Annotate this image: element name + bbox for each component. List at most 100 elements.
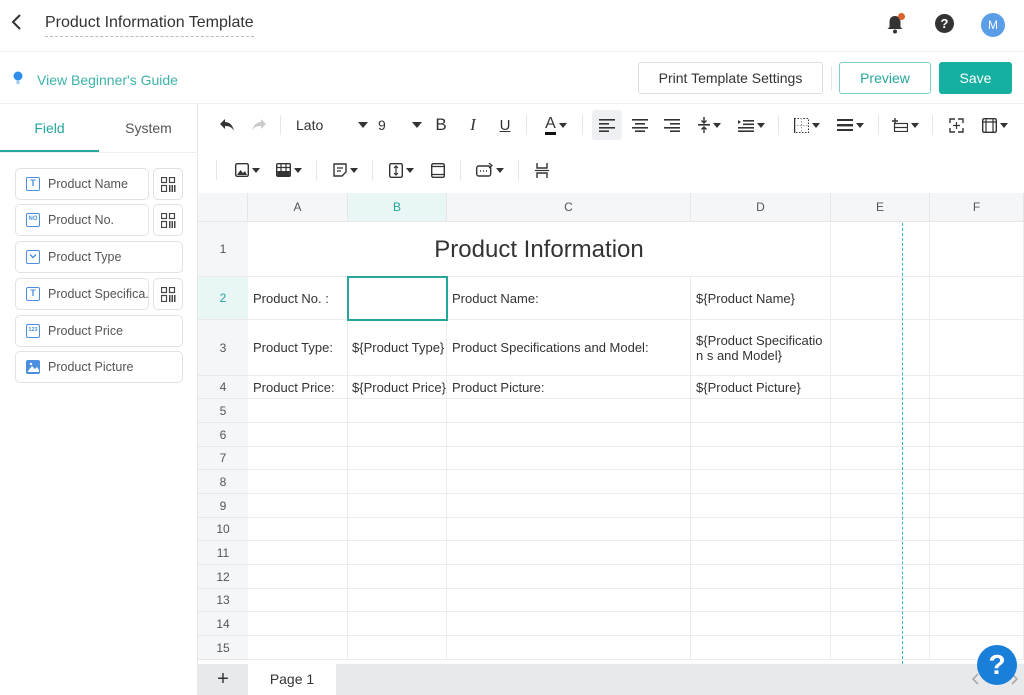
field-item-product-picture[interactable]: Product Picture xyxy=(15,351,183,383)
cell-e4[interactable] xyxy=(831,376,930,399)
cell-e5[interactable] xyxy=(831,399,930,423)
cell-f9[interactable] xyxy=(930,494,1024,518)
qr-code-button[interactable] xyxy=(153,204,183,236)
cell-f10[interactable] xyxy=(930,518,1024,541)
cell-c2[interactable]: Product Name: xyxy=(447,277,691,320)
cell-b4[interactable]: ${Product Price} xyxy=(348,376,447,399)
cell-f2[interactable] xyxy=(930,277,1024,320)
cell-c14[interactable] xyxy=(447,612,691,636)
cell-b8[interactable] xyxy=(348,470,447,494)
help-fab-button[interactable]: ? xyxy=(977,645,1017,685)
border-style-button[interactable] xyxy=(832,112,868,138)
cell-a14[interactable] xyxy=(248,612,348,636)
cell-b12[interactable] xyxy=(348,565,447,589)
cell-e13[interactable] xyxy=(831,589,930,612)
avatar[interactable]: M xyxy=(981,13,1005,37)
field-item-product-type[interactable]: Product Type xyxy=(15,241,183,273)
cell-d5[interactable] xyxy=(691,399,831,423)
tab-system[interactable]: System xyxy=(99,104,198,152)
cell-d6[interactable] xyxy=(691,423,831,447)
row-header[interactable]: 15 xyxy=(198,636,248,660)
page-layout-button[interactable] xyxy=(426,157,450,183)
insert-image-button[interactable] xyxy=(230,157,264,183)
row-header[interactable]: 14 xyxy=(198,612,248,636)
cell-b10[interactable] xyxy=(348,518,447,541)
italic-button[interactable]: I xyxy=(462,112,484,138)
cell-f3[interactable] xyxy=(930,320,1024,376)
qr-code-button[interactable] xyxy=(153,168,183,200)
cell-b11[interactable] xyxy=(348,541,447,565)
cell-b15[interactable] xyxy=(348,636,447,660)
merge-cells-button[interactable] xyxy=(944,112,968,138)
bold-button[interactable]: B xyxy=(430,112,452,138)
cell-a9[interactable] xyxy=(248,494,348,518)
back-button[interactable] xyxy=(10,12,30,36)
cell-b2[interactable] xyxy=(348,277,447,320)
help-button[interactable]: ? xyxy=(935,14,954,33)
cell-e12[interactable] xyxy=(831,565,930,589)
cell-f7[interactable] xyxy=(930,447,1024,470)
cell-c4[interactable]: Product Picture: xyxy=(447,376,691,399)
cell-e14[interactable] xyxy=(831,612,930,636)
align-center-button[interactable] xyxy=(628,112,652,138)
cell-e3[interactable] xyxy=(831,320,930,376)
cell-c8[interactable] xyxy=(447,470,691,494)
cell-e2[interactable] xyxy=(831,277,930,320)
cell-d9[interactable] xyxy=(691,494,831,518)
cell-a4[interactable]: Product Price: xyxy=(248,376,348,399)
preview-button[interactable]: Preview xyxy=(839,62,931,94)
cell-c15[interactable] xyxy=(447,636,691,660)
cell-d2[interactable]: ${Product Name} xyxy=(691,277,831,320)
cell-a7[interactable] xyxy=(248,447,348,470)
cell-d15[interactable] xyxy=(691,636,831,660)
field-item-product-specification[interactable]: T Product Specifica... xyxy=(15,278,149,310)
cell-d12[interactable] xyxy=(691,565,831,589)
cell-c3[interactable]: Product Specifications and Model: xyxy=(447,320,691,376)
insert-table-image-button[interactable] xyxy=(272,157,306,183)
insert-row-column-button[interactable] xyxy=(888,112,922,138)
cell-f5[interactable] xyxy=(930,399,1024,423)
row-header[interactable]: 2 xyxy=(198,277,248,320)
cell-c7[interactable] xyxy=(447,447,691,470)
cell-f8[interactable] xyxy=(930,470,1024,494)
row-header[interactable]: 7 xyxy=(198,447,248,470)
cell-a8[interactable] xyxy=(248,470,348,494)
cell-b3[interactable]: ${Product Type} xyxy=(348,320,447,376)
cell-c10[interactable] xyxy=(447,518,691,541)
cell-f4[interactable] xyxy=(930,376,1024,399)
cell-b6[interactable] xyxy=(348,423,447,447)
cell-f6[interactable] xyxy=(930,423,1024,447)
cell-e11[interactable] xyxy=(831,541,930,565)
tab-field[interactable]: Field xyxy=(0,104,99,152)
cell-a10[interactable] xyxy=(248,518,348,541)
qr-code-button[interactable] xyxy=(153,278,183,310)
cell-f14[interactable] xyxy=(930,612,1024,636)
cell-d13[interactable] xyxy=(691,589,831,612)
row-header[interactable]: 5 xyxy=(198,399,248,423)
cell-e7[interactable] xyxy=(831,447,930,470)
beginners-guide-link[interactable]: View Beginner's Guide xyxy=(37,72,178,88)
cell-a11[interactable] xyxy=(248,541,348,565)
save-button[interactable]: Save xyxy=(939,62,1012,94)
row-height-button[interactable] xyxy=(384,157,418,183)
print-template-settings-button[interactable]: Print Template Settings xyxy=(638,62,823,94)
cell-a12[interactable] xyxy=(248,565,348,589)
cell-d10[interactable] xyxy=(691,518,831,541)
cell-b14[interactable] xyxy=(348,612,447,636)
select-all-corner[interactable] xyxy=(198,193,248,222)
row-header[interactable]: 1 xyxy=(198,222,248,277)
cell-c9[interactable] xyxy=(447,494,691,518)
vertical-align-button[interactable] xyxy=(694,112,724,138)
add-sheet-button[interactable]: + xyxy=(198,664,248,695)
cell-e15[interactable] xyxy=(831,636,930,660)
cell-b7[interactable] xyxy=(348,447,447,470)
cell-a2[interactable]: Product No. : xyxy=(248,277,348,320)
cell-d14[interactable] xyxy=(691,612,831,636)
column-header-c[interactable]: C xyxy=(447,193,691,222)
freeze-panes-button[interactable] xyxy=(978,112,1012,138)
insert-barcode-button[interactable] xyxy=(472,157,508,183)
cell-a5[interactable] xyxy=(248,399,348,423)
cell-e9[interactable] xyxy=(831,494,930,518)
align-right-button[interactable] xyxy=(660,112,684,138)
cell-e8[interactable] xyxy=(831,470,930,494)
